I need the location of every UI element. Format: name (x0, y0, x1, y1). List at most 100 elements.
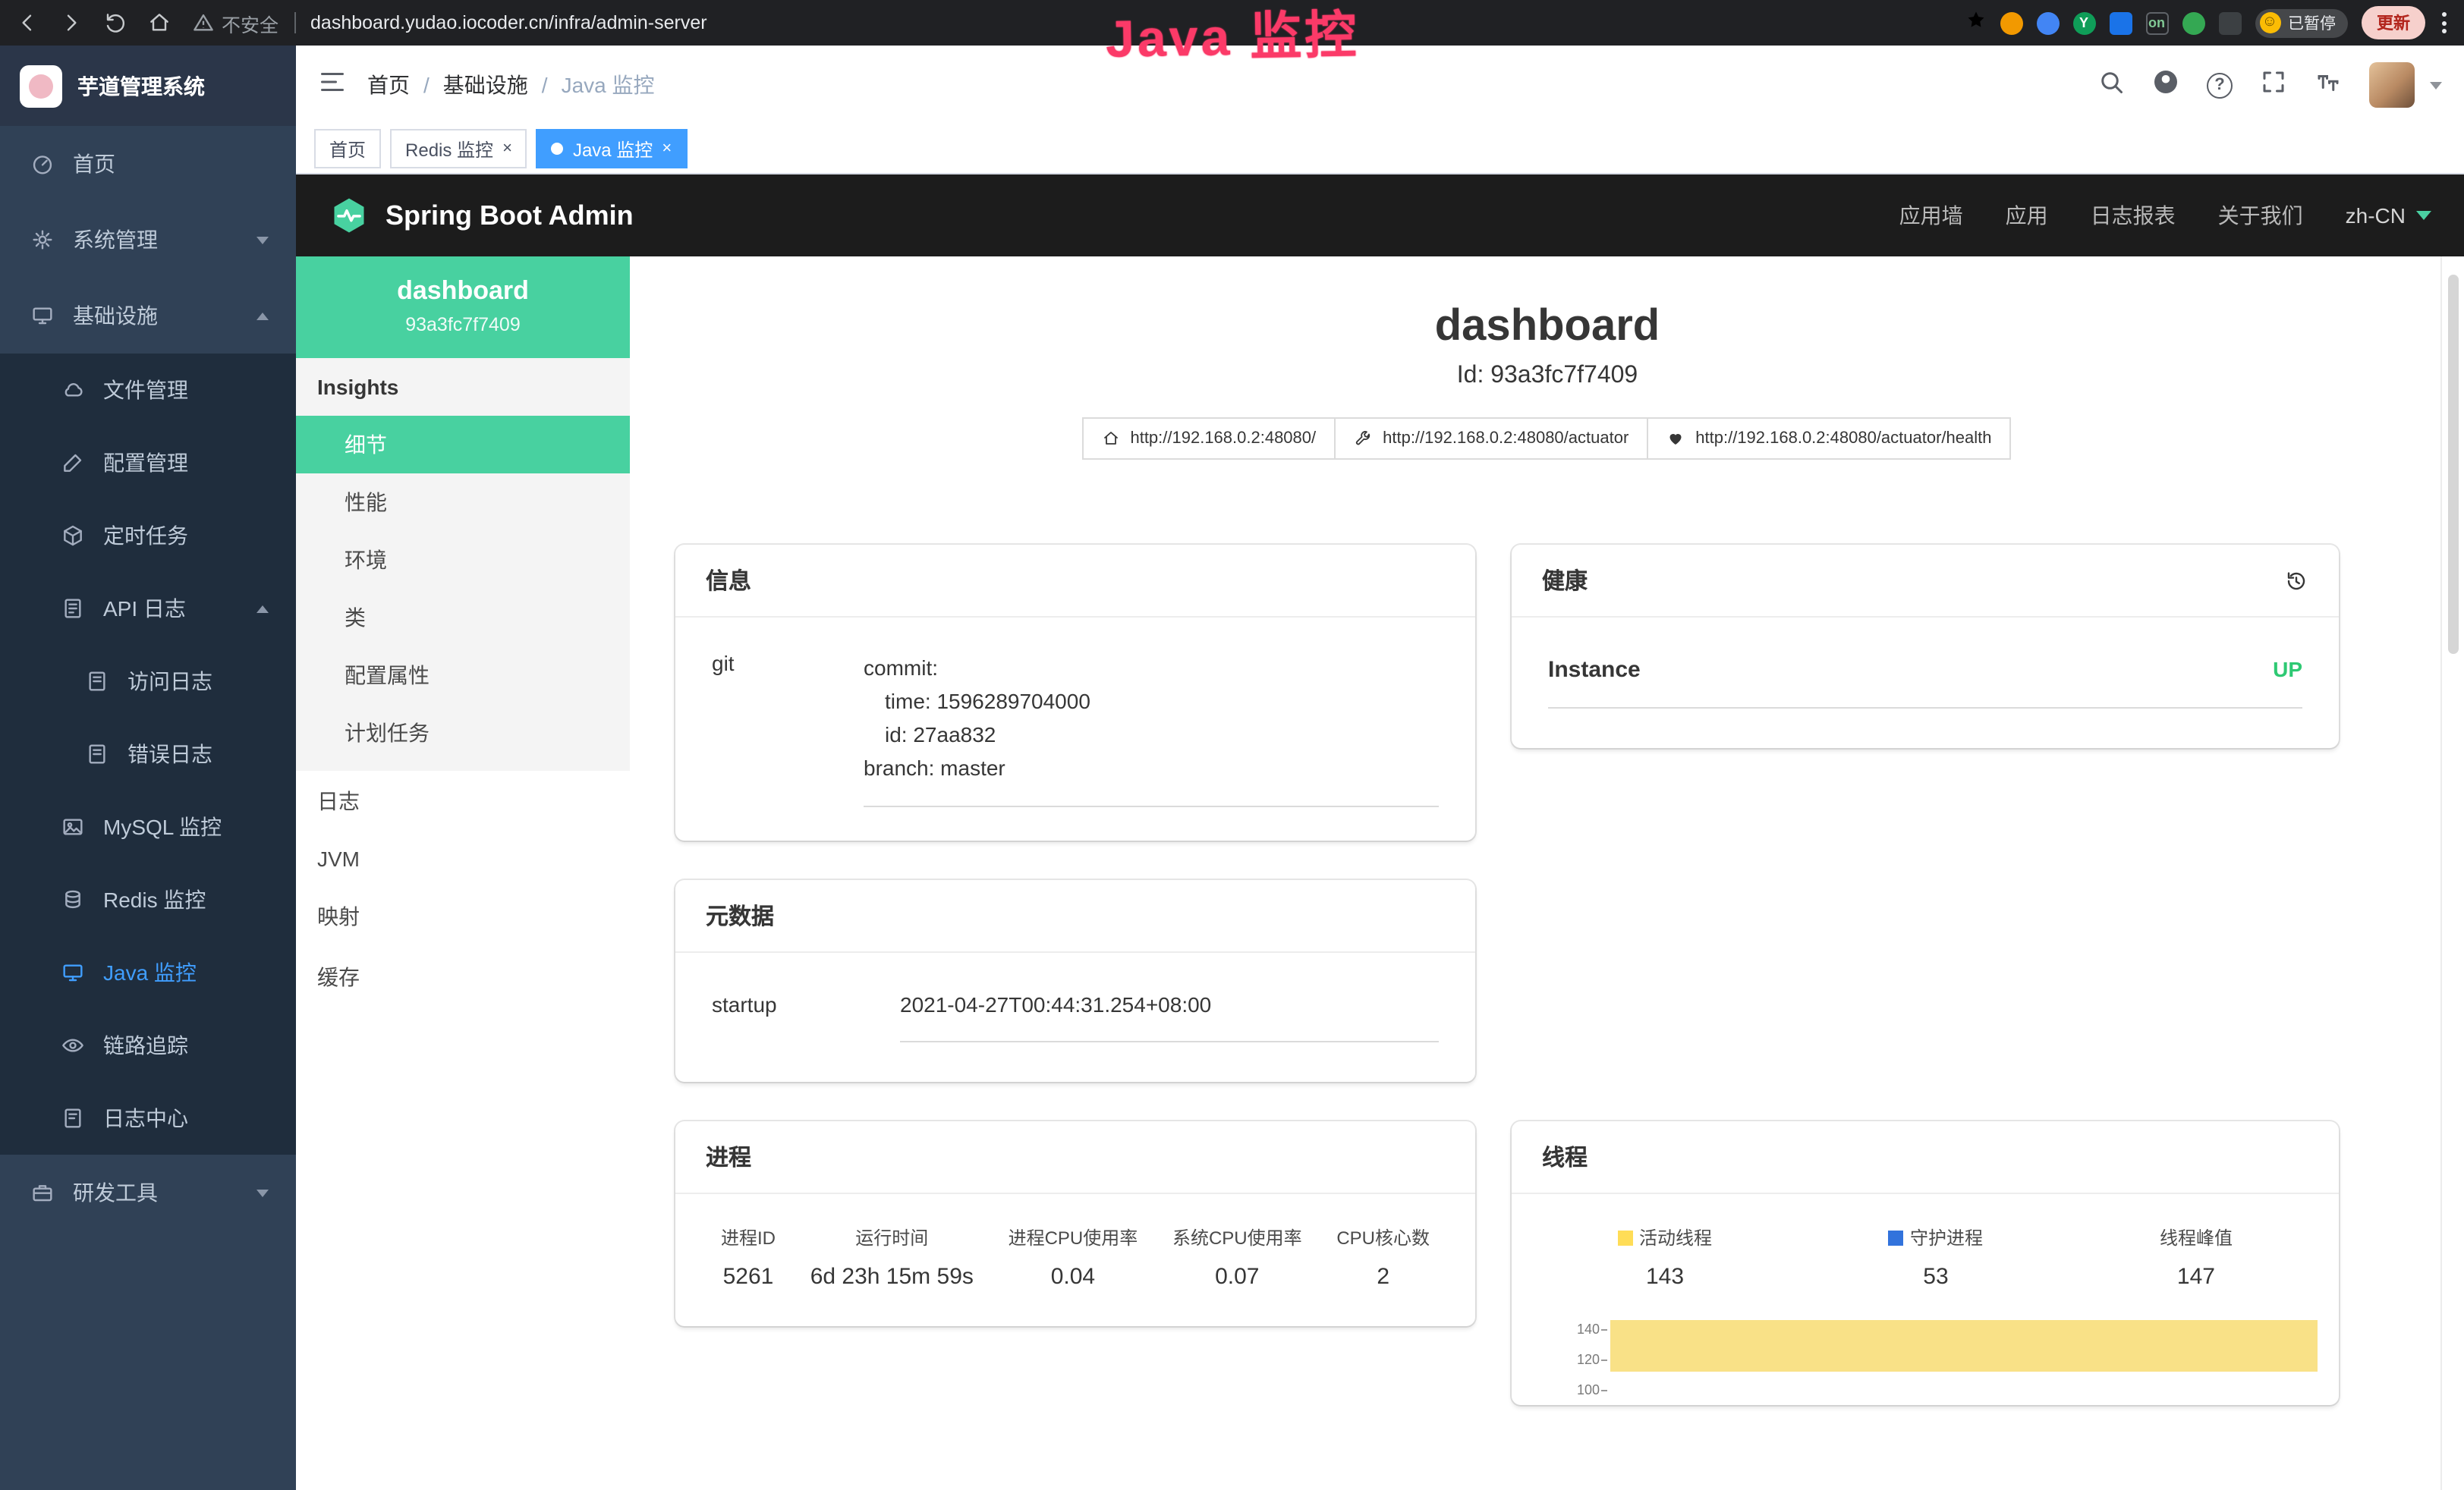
sba-navbar: Spring Boot Admin 应用墙 应用 日志报表 关于我们 zh-CN (296, 174, 2464, 256)
user-avatar[interactable] (2369, 62, 2415, 108)
sidebar-item-file-manage[interactable]: 文件管理 (0, 354, 296, 426)
threads-card: 线程 活动线程 143 守护进程 (1512, 1121, 2339, 1405)
insights-label: Insights (296, 358, 630, 416)
dashboard-icon (30, 152, 55, 176)
instance-name: dashboard (308, 276, 618, 306)
drop-extension-icon[interactable] (2036, 11, 2059, 34)
sidebar-item-access-log[interactable]: 访问日志 (0, 645, 296, 718)
breadcrumb-home[interactable]: 首页 (367, 70, 410, 100)
sidebar-logo-row[interactable]: 芋道管理系统 (0, 46, 296, 126)
lion-extension-icon[interactable] (2000, 11, 2022, 34)
scrollbar-thumb[interactable] (2448, 275, 2459, 654)
home-icon[interactable] (147, 11, 172, 35)
cards-grid: 信息 git commit: time: 1596289704000 id: 2… (630, 545, 2464, 1405)
profile-paused-badge[interactable]: ☺ 已暂停 (2255, 8, 2348, 37)
grid-extension-icon[interactable] (2109, 11, 2132, 34)
search-icon[interactable] (2097, 68, 2125, 102)
instance-header[interactable]: dashboard 93a3fc7f7409 (296, 256, 630, 358)
history-icon[interactable] (2284, 568, 2308, 593)
chevron-down-icon[interactable] (2430, 81, 2442, 89)
font-size-icon[interactable] (2315, 68, 2342, 102)
help-icon[interactable]: ? (2207, 72, 2233, 98)
sidebar-item-config-manage[interactable]: 配置管理 (0, 426, 296, 499)
chevron-up-icon (256, 312, 269, 319)
sidebar-item-java-monitor[interactable]: Java 监控 (0, 936, 296, 1009)
sidebar-item-api-log[interactable]: API 日志 (0, 572, 296, 645)
legend-peak-threads: 线程峰值 147 (2160, 1224, 2233, 1290)
address-bar[interactable]: 不安全 dashboard.yudao.iocoder.cn/infra/adm… (187, 8, 1949, 37)
sba-item-classes[interactable]: 类 (296, 589, 630, 646)
hamburger-icon[interactable] (319, 68, 346, 102)
legend-daemon-threads: 守护进程 53 (1889, 1224, 1983, 1290)
sidebar-item-infrastructure[interactable]: 基础设施 (0, 278, 296, 354)
sba-item-caches[interactable]: 缓存 (296, 947, 630, 1007)
github-icon[interactable] (2152, 68, 2179, 102)
forward-icon[interactable] (59, 11, 83, 35)
sba-nav-links: 应用墙 应用 日志报表 关于我们 zh-CN (1899, 200, 2431, 231)
sba-nav-applications[interactable]: 应用 (2006, 200, 2048, 231)
sba-item-details[interactable]: 细节 (296, 416, 630, 473)
back-icon[interactable] (15, 11, 39, 35)
tab-java-monitor[interactable]: Java 监控 × (537, 129, 687, 168)
url-text[interactable]: dashboard.yudao.iocoder.cn/infra/admin-s… (310, 12, 707, 33)
sba-item-config-props[interactable]: 配置属性 (296, 646, 630, 704)
tags-view-bar: 首页 Redis 监控 × Java 监控 × (296, 124, 2464, 174)
on-badge-extension-icon[interactable]: on (2145, 11, 2168, 34)
browser-toolbar-right: Y on ☺ 已暂停 更新 (1965, 6, 2450, 39)
security-status[interactable]: 不安全 (193, 8, 278, 37)
leaf-extension-icon[interactable] (2182, 11, 2204, 34)
info-card-title: 信息 (675, 545, 1475, 618)
actuator-url-link[interactable]: http://192.168.0.2:48080/actuator (1334, 417, 1648, 460)
sidebar-item-error-log[interactable]: 错误日志 (0, 718, 296, 791)
active-tab-dot (552, 143, 564, 155)
locale-selector[interactable]: zh-CN (2346, 203, 2431, 228)
tab-home[interactable]: 首页 (314, 129, 381, 168)
service-url-link[interactable]: http://192.168.0.2:48080/ (1081, 417, 1336, 460)
breadcrumb: 首页 / 基础设施 / Java 监控 (367, 70, 655, 100)
spring-boot-admin: Spring Boot Admin 应用墙 应用 日志报表 关于我们 zh-CN (296, 174, 2464, 1490)
warning-icon (193, 12, 214, 33)
sidebar-item-log-center[interactable]: 日志中心 (0, 1082, 296, 1155)
database-icon (61, 888, 85, 912)
sba-nav-wall[interactable]: 应用墙 (1899, 200, 1963, 231)
sidebar-item-dev-tools[interactable]: 研发工具 (0, 1155, 296, 1231)
update-button[interactable]: 更新 (2362, 6, 2425, 39)
sba-item-logs[interactable]: 日志 (296, 771, 630, 831)
sidebar-item-mysql-monitor[interactable]: MySQL 监控 (0, 791, 296, 863)
stat-uptime: 运行时间 6d 23h 15m 59s (810, 1224, 974, 1290)
browser-menu-icon[interactable] (2439, 9, 2450, 36)
info-card: 信息 git commit: time: 1596289704000 id: 2… (675, 545, 1475, 841)
tab-redis-monitor[interactable]: Redis 监控 × (390, 129, 527, 168)
sba-brand[interactable]: Spring Boot Admin (329, 196, 634, 235)
sba-nav-journal[interactable]: 日志报表 (2091, 200, 2176, 231)
sidebar-item-home[interactable]: 首页 (0, 126, 296, 202)
topbar-actions: ? (2097, 62, 2442, 108)
sba-item-mappings[interactable]: 映射 (296, 886, 630, 947)
scrollbar-track[interactable] (2440, 256, 2464, 1490)
sba-nav-about[interactable]: 关于我们 (2218, 200, 2303, 231)
health-instance-row: Instance UP (1548, 657, 2302, 709)
main-column: 首页 / 基础设施 / Java 监控 ? (296, 46, 2464, 1490)
refresh-icon[interactable] (103, 11, 127, 35)
process-card-title: 进程 (675, 1121, 1475, 1194)
sba-item-environment[interactable]: 环境 (296, 531, 630, 589)
close-icon[interactable]: × (662, 140, 672, 157)
sba-item-scheduled-tasks[interactable]: 计划任务 (296, 704, 630, 762)
breadcrumb-infra[interactable]: 基础设施 (443, 70, 528, 100)
close-icon[interactable]: × (502, 140, 512, 157)
instance-links: http://192.168.0.2:48080/ http://192.168… (630, 417, 2464, 460)
admin-app: 芋道管理系统 首页 系统管理 基础设施 (0, 46, 2464, 1490)
sidebar-item-redis-monitor[interactable]: Redis 监控 (0, 863, 296, 936)
sidebar-item-scheduled-job[interactable]: 定时任务 (0, 499, 296, 572)
bookmark-star-icon[interactable] (1965, 8, 1986, 37)
sidebar-item-system[interactable]: 系统管理 (0, 202, 296, 278)
y-extension-icon[interactable]: Y (2072, 11, 2095, 34)
puzzle-extension-icon[interactable] (2218, 11, 2241, 34)
metadata-card: 元数据 startup 2021-04-27T00:44:31.254+08:0… (675, 880, 1475, 1082)
sba-item-metrics[interactable]: 性能 (296, 473, 630, 531)
sidebar-item-trace[interactable]: 链路追踪 (0, 1009, 296, 1082)
chevron-down-icon (256, 236, 269, 244)
sba-item-jvm[interactable]: JVM (296, 831, 630, 886)
health-url-link[interactable]: http://192.168.0.2:48080/actuator/health (1647, 417, 2011, 460)
fullscreen-icon[interactable] (2260, 68, 2287, 102)
